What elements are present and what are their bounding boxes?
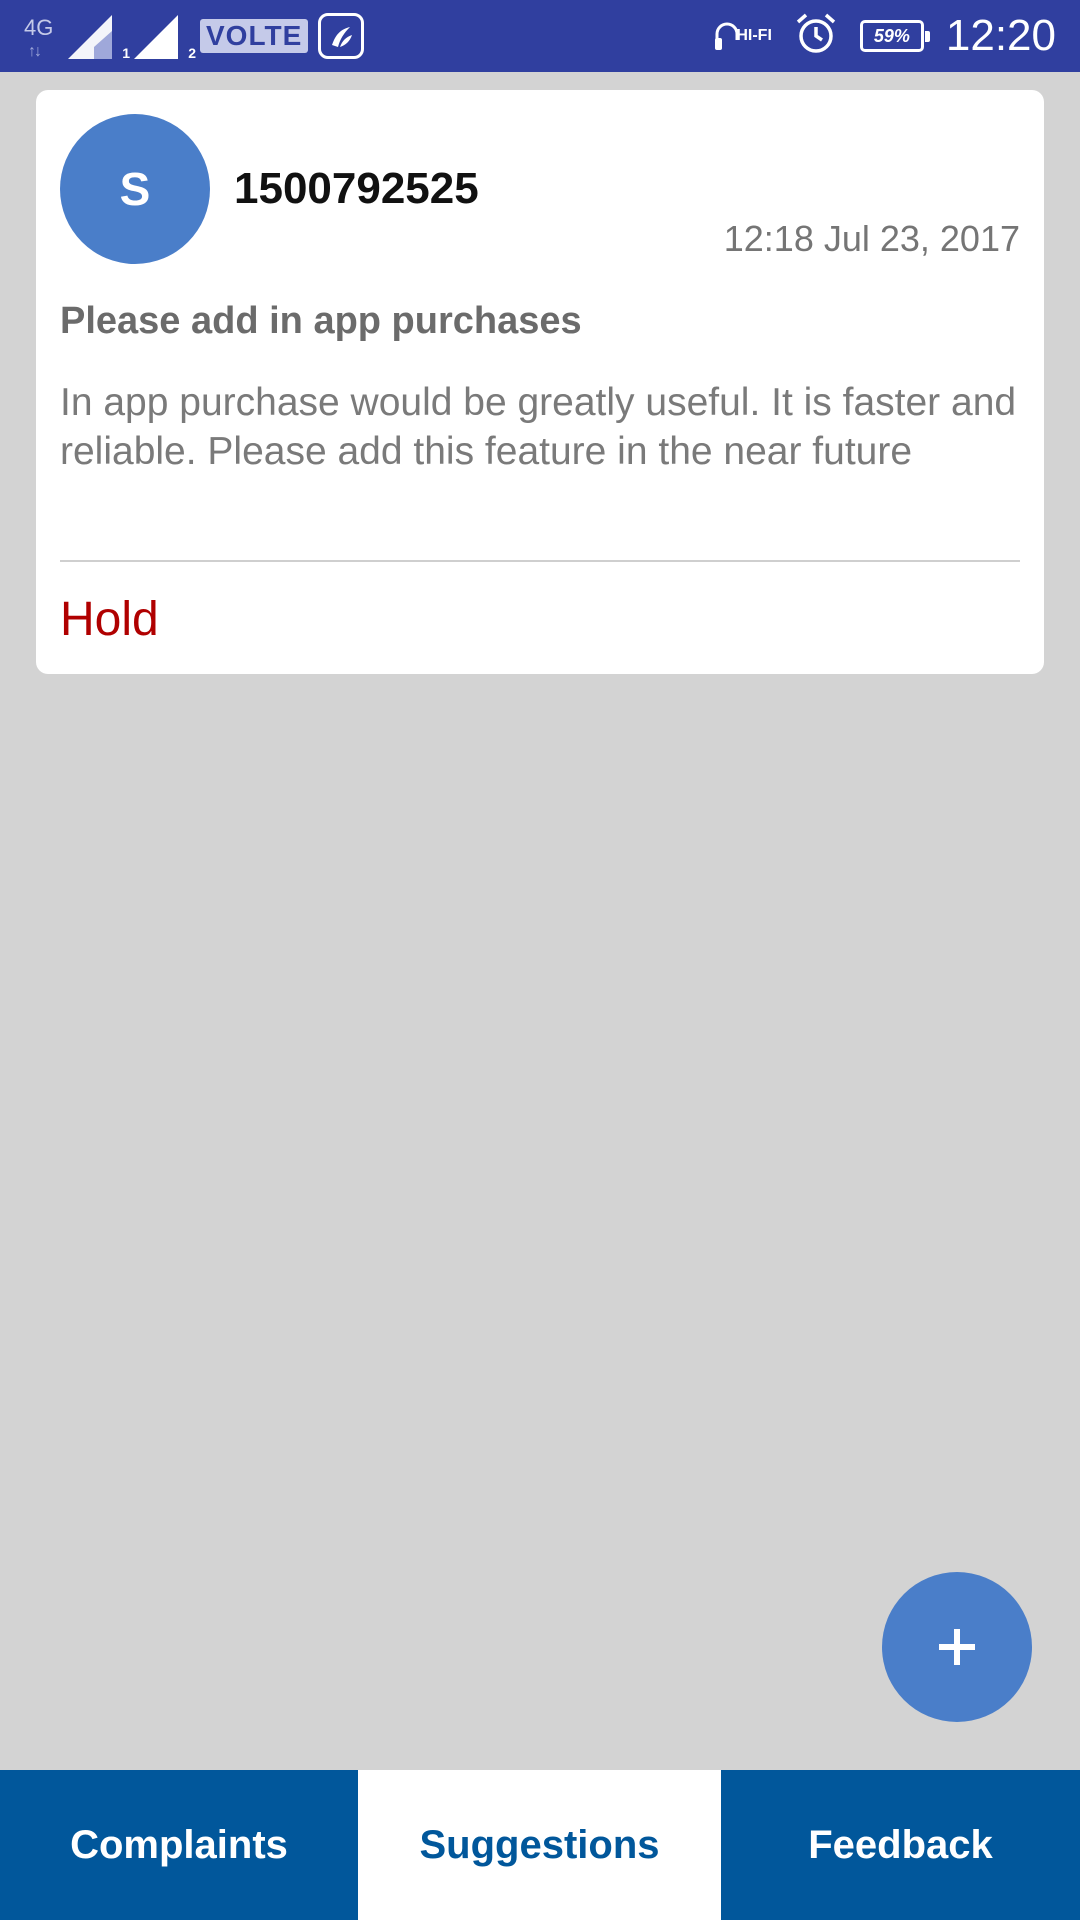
volte-badge: VOLTE [200,19,309,53]
tab-feedback[interactable]: Feedback [721,1770,1080,1920]
battery-percent: 59% [873,25,910,46]
sim2-index: 2 [188,45,196,61]
signal-sim2-icon: 2 [134,13,196,61]
network-type-indicator: 4G ↑↓ [24,11,58,61]
status-clock: 12:20 [945,11,1056,60]
status-bar: 4G ↑↓ 1 2 VOLTE HI-FI 59% 12:20 [0,0,1080,72]
battery-icon: 59% [859,20,930,52]
alarm-icon [794,12,838,61]
plus-icon [939,1629,975,1665]
tab-suggestions-label: Suggestions [419,1822,660,1867]
status-bar-right: HI-FI 59% 12:20 [714,0,1056,72]
timestamp: 12:18 Jul 23, 2017 [723,218,1020,259]
add-suggestion-button[interactable] [882,1572,1032,1722]
network-type-label: 4G [24,15,54,40]
hifi-headphone-icon: HI-FI [714,20,772,52]
suggestion-card[interactable]: S 1500792525 12:18 Jul 23, 2017 Please a… [36,90,1044,674]
hifi-label: HI-FI [736,27,772,44]
saavn-app-icon [318,13,365,59]
tab-complaints-label: Complaints [70,1822,288,1867]
data-arrows-icon: ↑↓ [28,43,42,60]
avatar: S [60,114,210,264]
sender-id: 1500792525 [234,164,479,213]
card-divider [60,560,1020,562]
tab-complaints[interactable]: Complaints [0,1770,358,1920]
bottom-tab-bar: Complaints Suggestions Feedback [0,1770,1080,1920]
tab-suggestions[interactable]: Suggestions [358,1770,721,1920]
signal-sim1-icon: 1 [68,13,130,61]
avatar-letter: S [119,163,151,215]
status-badge: Hold [60,593,159,646]
tab-feedback-label: Feedback [808,1822,993,1867]
suggestion-subject: Please add in app purchases [60,300,582,342]
sim1-index: 1 [122,45,130,61]
suggestion-body: In app purchase would be greatly useful.… [60,381,1017,473]
status-bar-left: 4G ↑↓ 1 2 VOLTE [24,0,365,72]
